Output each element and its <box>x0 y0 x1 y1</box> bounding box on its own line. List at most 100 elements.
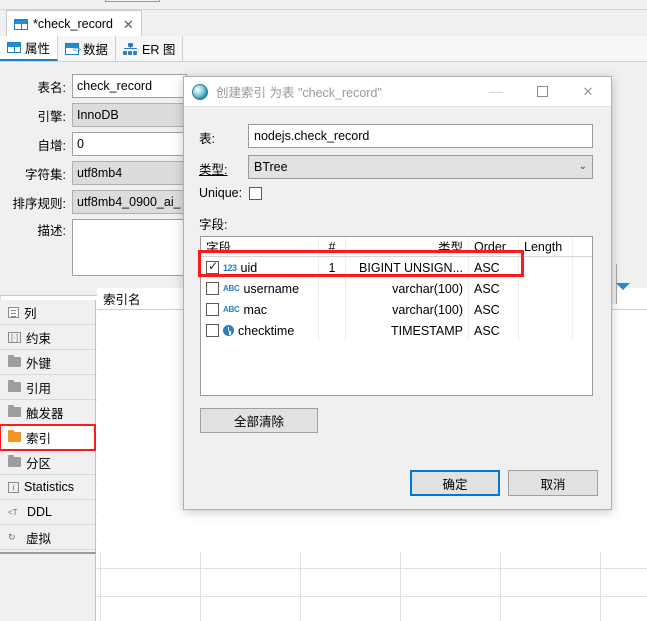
row-length[interactable] <box>519 278 573 299</box>
property-row-charset: 字符集: utf8mb4 <box>0 161 187 185</box>
row-field-name: checktime <box>238 323 295 338</box>
row-tail <box>573 299 592 320</box>
close-icon[interactable]: ✕ <box>123 18 134 31</box>
table-row[interactable]: checktime TIMESTAMP ASC <box>201 320 592 341</box>
nav-item-virtual-label: 虚拟 <box>26 531 52 546</box>
nav-item-columns-label: 列 <box>24 306 37 321</box>
maximize-icon <box>536 86 548 97</box>
row-order-number <box>319 320 346 341</box>
nav-item-triggers[interactable]: 触发器 <box>0 400 95 425</box>
label-dialog-type: 类型: <box>199 163 228 177</box>
table-row[interactable]: ABC mac varchar(100) ASC <box>201 299 592 320</box>
tab-properties[interactable]: 属性 <box>0 36 59 61</box>
row-length[interactable] <box>519 257 573 278</box>
maximize-button[interactable] <box>519 77 565 107</box>
folder-icon <box>8 455 21 467</box>
tab-er-diagram[interactable]: ER 图 <box>116 36 184 61</box>
label-columns: 字段: <box>199 218 228 232</box>
unique-checkbox[interactable] <box>249 186 263 200</box>
object-nav-list: 列 [·] 约束 外键 引用 触发器 索引 分区 i Statistics <︎… <box>0 300 96 552</box>
label-auto-increment: 自增: <box>37 138 66 153</box>
virtual-icon: ↻ <box>8 531 16 542</box>
row-length[interactable] <box>519 320 573 341</box>
ok-button[interactable]: 确定 <box>410 470 500 496</box>
row-order-number <box>319 278 346 299</box>
row-data-type: BIGINT UNSIGN... <box>346 257 469 278</box>
partial-toolbar-box <box>105 0 160 2</box>
tab-data[interactable]: 数据 <box>58 36 117 61</box>
minimize-button[interactable]: — <box>473 77 519 107</box>
collation-combo[interactable]: utf8mb4_0900_ai_ <box>72 190 187 214</box>
row-sort-order[interactable]: ASC <box>469 257 519 278</box>
row-data-type: varchar(100) <box>346 299 469 320</box>
description-textarea[interactable] <box>72 219 187 276</box>
row-data-type: TIMESTAMP <box>346 320 469 341</box>
nav-item-constraints[interactable]: [·] 约束 <box>0 325 95 350</box>
chevron-down-icon[interactable] <box>616 283 630 291</box>
property-row-auto-increment: 自增: 0 <box>0 132 187 156</box>
constraint-icon: [·] <box>8 331 21 343</box>
nav-item-virtual[interactable]: ↻ 虚拟 <box>0 525 95 550</box>
folder-icon <box>8 355 21 367</box>
nav-item-references[interactable]: 引用 <box>0 375 95 400</box>
row-field-cell: ABC mac <box>201 299 319 320</box>
header-tail <box>573 237 592 256</box>
close-button[interactable]: ✕ <box>565 77 611 107</box>
nav-list-footer <box>0 552 96 621</box>
nav-item-indexes[interactable]: 索引 <box>0 424 96 451</box>
cancel-button[interactable]: 取消 <box>508 470 598 496</box>
table-row[interactable]: ABC username varchar(100) ASC <box>201 278 592 299</box>
header-length[interactable]: Length <box>519 237 573 256</box>
row-checkbox[interactable] <box>206 282 219 295</box>
index-type-select[interactable]: BTree ⌄ <box>248 155 593 179</box>
nav-item-statistics[interactable]: i Statistics <box>0 475 95 500</box>
engine-combo[interactable]: InnoDB <box>72 103 187 127</box>
dialog-row-type: 类型: <box>199 159 227 178</box>
app-logo-icon <box>192 83 208 100</box>
ddl-icon: <︎T <box>8 507 18 517</box>
row-field-name: mac <box>243 302 268 317</box>
nav-item-partitions-label: 分区 <box>26 456 52 471</box>
table-name-input[interactable]: check_record <box>72 74 187 98</box>
editor-subtab-bar: 属性 数据 ER 图 <box>0 36 647 62</box>
tab-data-label: 数据 <box>83 43 109 57</box>
row-checkbox[interactable] <box>206 259 219 274</box>
dialog-table-input[interactable]: nodejs.check_record <box>248 124 593 148</box>
nav-item-foreign-keys[interactable]: 外键 <box>0 350 95 375</box>
row-checkbox[interactable] <box>206 324 219 337</box>
header-field[interactable]: 字段 <box>201 237 319 256</box>
clear-all-button[interactable]: 全部清除 <box>200 408 318 433</box>
nav-item-columns[interactable]: 列 <box>0 300 95 325</box>
row-sort-order[interactable]: ASC <box>469 299 519 320</box>
property-row-engine: 引擎: InnoDB <box>0 103 187 127</box>
dialog-row-columns: 字段: <box>199 214 227 233</box>
dialog-titlebar[interactable]: 创建索引 为表 "check_record" — ✕ <box>184 77 611 107</box>
string-type-icon: ABC <box>223 305 240 314</box>
header-type[interactable]: 类型 <box>346 237 469 256</box>
row-sort-order[interactable]: ASC <box>469 278 519 299</box>
nav-item-partitions[interactable]: 分区 <box>0 450 95 475</box>
header-number[interactable]: # <box>319 237 346 256</box>
nav-item-constraints-label: 约束 <box>26 331 52 346</box>
dialog-title: 创建索引 为表 "check_record" <box>216 86 382 100</box>
charset-combo[interactable]: utf8mb4 <box>72 161 187 185</box>
index-name-column-label: 索引名 <box>103 293 141 307</box>
row-length[interactable] <box>519 299 573 320</box>
editor-tab-label: *check_record <box>33 17 113 31</box>
index-type-value: BTree <box>254 160 288 174</box>
auto-increment-input[interactable]: 0 <box>72 132 187 156</box>
editor-tab-check-record[interactable]: *check_record ✕ <box>6 10 142 37</box>
nav-item-triggers-label: 触发器 <box>26 406 64 421</box>
label-engine: 引擎: <box>37 109 66 124</box>
row-order-number: 1 <box>319 257 346 278</box>
header-order[interactable]: Order <box>469 237 519 256</box>
row-field-name: uid <box>240 260 258 275</box>
table-row[interactable]: 123 uid 1 BIGINT UNSIGN... ASC <box>201 257 592 278</box>
row-sort-order[interactable]: ASC <box>469 320 519 341</box>
row-checkbox[interactable] <box>206 303 219 316</box>
nav-item-ddl[interactable]: <︎T DDL <box>0 500 95 525</box>
datetime-type-icon <box>223 325 234 336</box>
columns-icon <box>8 306 19 318</box>
folder-icon <box>8 405 21 417</box>
property-row-description: 描述: <box>0 219 187 278</box>
